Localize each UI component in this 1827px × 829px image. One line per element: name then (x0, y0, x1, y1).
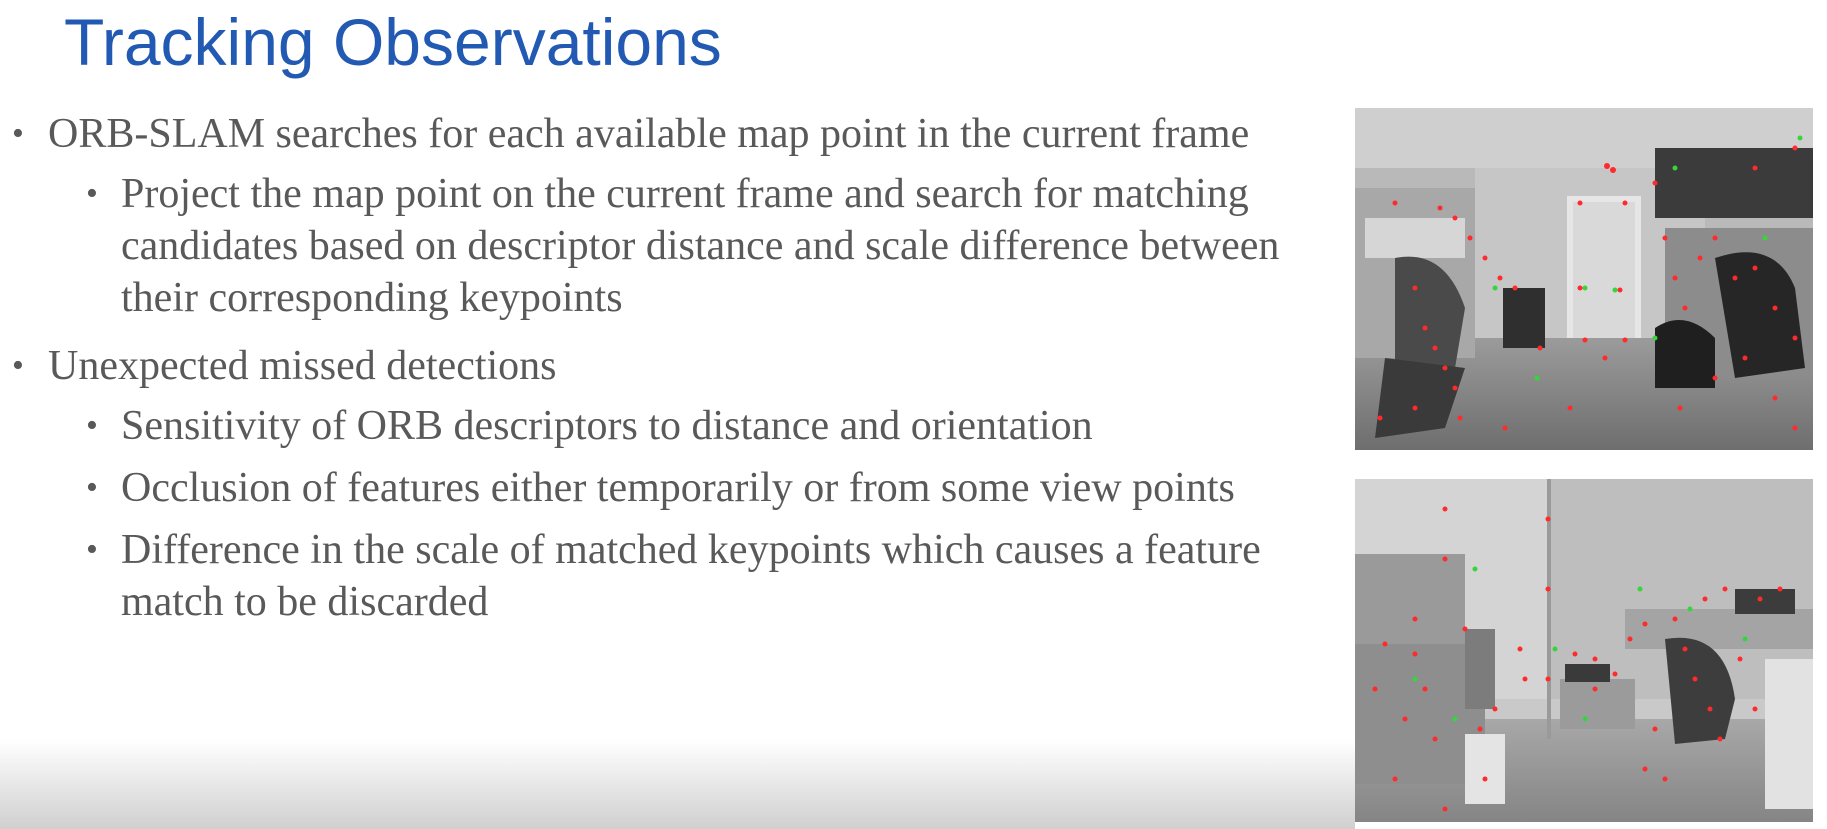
orb-feature-photo-top (1355, 108, 1813, 450)
slide-title: Tracking Observations (64, 5, 722, 79)
sub-bullet-text: Occlusion of features either temporarily… (121, 465, 1235, 511)
office-scene-image (1355, 479, 1813, 822)
bullet-dot-icon: • (86, 175, 98, 212)
sub-bullet-item: • Sensitivity of ORB descriptors to dist… (0, 400, 1325, 452)
sub-bullet-text: Difference in the scale of matched keypo… (121, 527, 1261, 625)
bullet-dot-icon: • (12, 347, 24, 384)
bullet-item: • Unexpected missed detections (0, 340, 1325, 392)
bullet-dot-icon: • (86, 407, 98, 444)
sub-bullet-text: Sensitivity of ORB descriptors to distan… (121, 403, 1093, 449)
bullet-dot-icon: • (86, 469, 98, 506)
bullet-text: ORB-SLAM searches for each available map… (48, 111, 1250, 157)
bullet-dot-icon: • (86, 531, 98, 568)
bullet-dot-icon: • (12, 115, 24, 152)
bottom-fade-overlay (0, 740, 1355, 829)
sub-bullet-text: Project the map point on the current fra… (121, 171, 1280, 321)
bullet-item: • ORB-SLAM searches for each available m… (0, 108, 1325, 160)
office-scene-image (1355, 108, 1813, 450)
bullet-list: • ORB-SLAM searches for each available m… (0, 108, 1325, 628)
sub-bullet-item: • Occlusion of features either temporari… (0, 462, 1325, 514)
sub-bullet-item: • Difference in the scale of matched key… (0, 524, 1325, 628)
sub-bullet-item: • Project the map point on the current f… (0, 168, 1325, 324)
bullet-text: Unexpected missed detections (48, 343, 557, 389)
orb-feature-photo-bottom (1355, 479, 1813, 822)
slide: Tracking Observations • ORB-SLAM searche… (0, 0, 1827, 829)
